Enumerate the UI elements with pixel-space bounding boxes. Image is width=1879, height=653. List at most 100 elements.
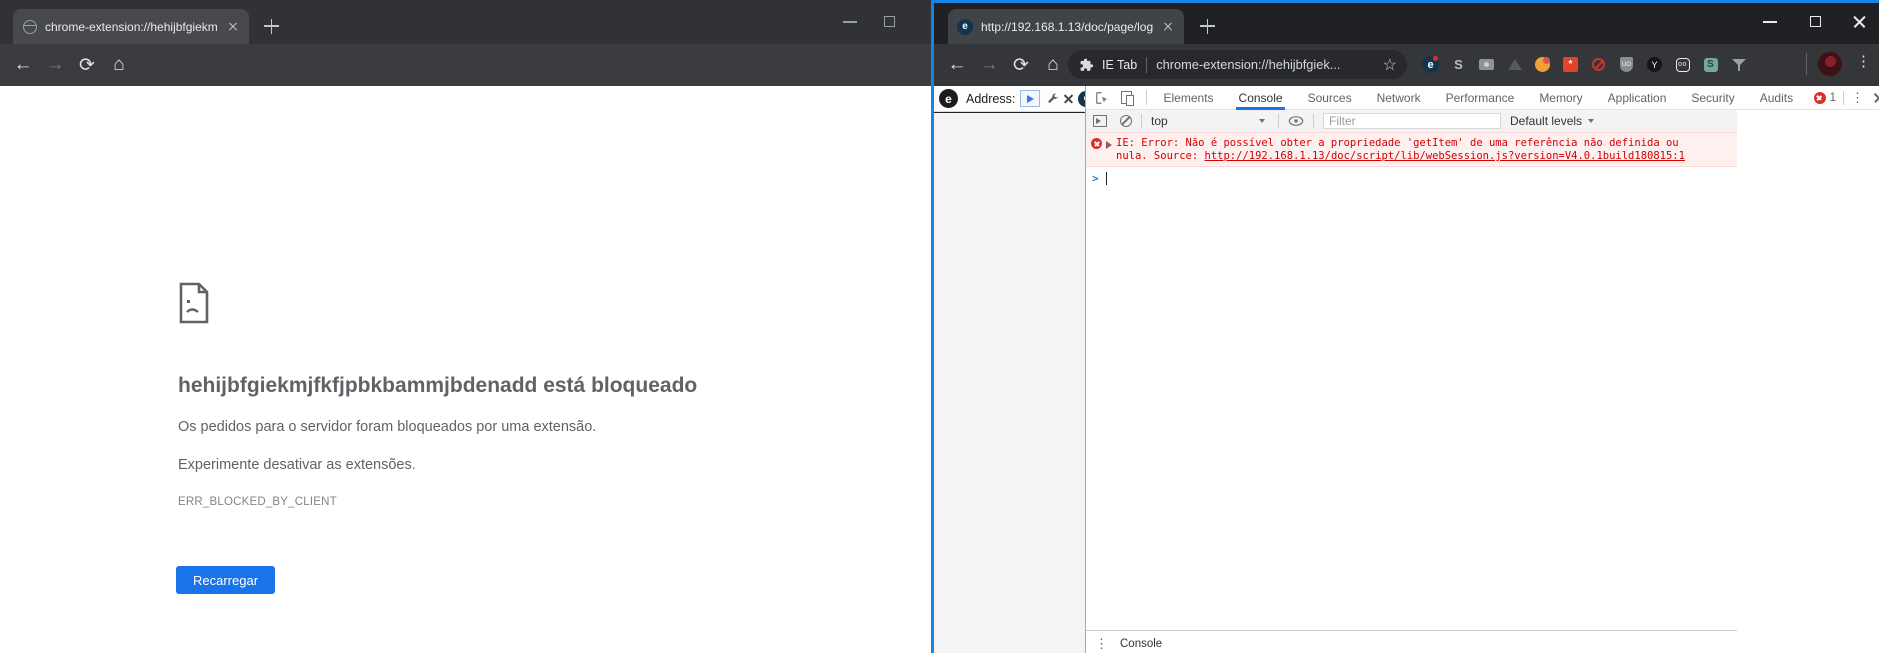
- right-address-bar[interactable]: IE Tab chrome-extension://hehijbfgiek...…: [1068, 50, 1407, 79]
- devtools-divider: [1146, 90, 1147, 105]
- ietab-page-area: [934, 113, 1085, 653]
- filter-funnel-extension-icon[interactable]: [1732, 58, 1746, 72]
- left-browser-tab[interactable]: chrome-extension://hehijbfgiekm: [13, 9, 249, 44]
- devtools-close-icon[interactable]: [1873, 92, 1879, 104]
- ublock-shield-extension-icon[interactable]: UO: [1620, 57, 1633, 72]
- back-button[interactable]: ←: [8, 44, 38, 86]
- clear-console-icon[interactable]: [1120, 115, 1132, 127]
- tab-network[interactable]: Network: [1364, 86, 1433, 110]
- tab-console[interactable]: Console: [1226, 86, 1295, 110]
- devtools-divider: [1843, 91, 1844, 105]
- devtools-menu-icon[interactable]: ⋮: [1851, 90, 1864, 106]
- ietab-extension-icon[interactable]: e: [1422, 56, 1439, 73]
- go-button[interactable]: [1020, 90, 1040, 107]
- console-toolbar-divider: [1141, 114, 1142, 128]
- console-error-message: IE: Error: Não é possível obter a propri…: [1086, 132, 1737, 167]
- home-button[interactable]: ⌂: [1038, 44, 1068, 86]
- context-selector-value: top: [1151, 114, 1168, 128]
- ietab-address-bar: e Address: e: [934, 86, 1085, 112]
- window-minimize-button[interactable]: [1763, 21, 1777, 23]
- chevron-down-icon: [1259, 119, 1265, 123]
- drawer-menu-icon[interactable]: ⋮: [1095, 636, 1107, 652]
- desktop-screen: chrome-extension://hehijbfgiekm ← → ⟳ ⌂ …: [0, 0, 1879, 653]
- forward-button[interactable]: →: [40, 44, 70, 86]
- right-url-text[interactable]: chrome-extension://hehijbfgiek...: [1156, 57, 1372, 72]
- reload-button[interactable]: ⟳: [72, 44, 102, 86]
- live-expression-eye-icon[interactable]: [1288, 115, 1304, 127]
- reload-page-button[interactable]: Recarregar: [176, 566, 275, 594]
- back-button[interactable]: ←: [942, 44, 972, 86]
- console-prompt-chevron: >: [1092, 172, 1099, 185]
- profile-avatar[interactable]: [1818, 52, 1842, 76]
- window-maximize-button[interactable]: [884, 16, 895, 27]
- console-prompt[interactable]: >: [1086, 170, 1107, 186]
- log-levels-selector[interactable]: Default levels: [1510, 114, 1598, 128]
- tab-close-icon[interactable]: [225, 19, 241, 35]
- context-selector[interactable]: top: [1151, 114, 1269, 128]
- console-filter-input[interactable]: [1323, 113, 1501, 129]
- new-tab-button[interactable]: [1198, 16, 1218, 36]
- console-toolbar-divider: [1313, 114, 1314, 128]
- tools-wrench-icon[interactable]: [1047, 93, 1059, 105]
- devtools-tab-bar: Elements Console Sources Network Perform…: [1086, 86, 1879, 110]
- ietab-clipped-icon: e: [1078, 91, 1085, 107]
- adguard-extension-icon[interactable]: Y: [1647, 57, 1662, 72]
- window-maximize-button[interactable]: [1810, 16, 1821, 27]
- stylish-extension-icon[interactable]: S: [1704, 58, 1718, 72]
- error-message-line2: Experimente desativar as extensões.: [178, 457, 416, 473]
- screenshot-wand-extension-icon[interactable]: *: [1563, 57, 1578, 72]
- log-levels-value: Default levels: [1510, 114, 1582, 128]
- console-sidebar-icon[interactable]: [1093, 115, 1107, 127]
- tab-memory[interactable]: Memory: [1527, 86, 1595, 110]
- console-error-line1: IE: Error: Não é possível obter a propri…: [1116, 137, 1679, 149]
- tab-application[interactable]: Application: [1595, 86, 1679, 110]
- tab-elements[interactable]: Elements: [1151, 86, 1226, 110]
- bookmark-star-icon[interactable]: ☆: [1383, 55, 1397, 75]
- error-count-badge[interactable]: 1: [1814, 92, 1836, 104]
- recycle-extension-icon[interactable]: [1508, 59, 1522, 70]
- capture-extension-icon[interactable]: [1479, 59, 1494, 70]
- block-site-extension-icon[interactable]: [1592, 58, 1605, 71]
- sad-document-icon: [178, 282, 210, 324]
- error-message-line1: Os pedidos para o servidor foram bloquea…: [178, 419, 596, 435]
- chevron-down-icon: [1588, 119, 1594, 123]
- console-toolbar: top Default levels: [1086, 110, 1737, 132]
- tab-security[interactable]: Security: [1679, 86, 1747, 110]
- forward-button[interactable]: →: [974, 44, 1004, 86]
- error-page-title: hehijbfgiekmjfkfjpbkbammjbdenadd está bl…: [178, 374, 697, 398]
- window-close-button[interactable]: [1852, 14, 1867, 29]
- extension-globe-favicon-icon: [23, 20, 37, 34]
- play-icon: [1027, 95, 1034, 103]
- console-error-source-prefix: nula. Source:: [1116, 150, 1205, 162]
- tab-audits[interactable]: Audits: [1747, 86, 1805, 110]
- tab-close-icon[interactable]: [1160, 19, 1176, 35]
- toolbar-divider: [1806, 53, 1807, 75]
- right-tab-title: http://192.168.1.13/doc/page/log: [981, 20, 1160, 34]
- cookie-extension-icon[interactable]: oo: [1676, 58, 1690, 72]
- expand-arrow-icon[interactable]: [1106, 141, 1112, 149]
- console-error-source-link[interactable]: http://192.168.1.13/doc/script/lib/webSe…: [1205, 150, 1685, 162]
- darkmode-extension-icon[interactable]: [1535, 57, 1550, 72]
- left-toolbar: ← → ⟳ ⌂ IE Tab chrome-extension://hehijb…: [0, 44, 931, 86]
- tab-sources[interactable]: Sources: [1295, 86, 1364, 110]
- right-browser-window: e http://192.168.1.13/doc/page/log ← → ⟳…: [931, 0, 1879, 653]
- session-extension-icon[interactable]: S: [1450, 56, 1467, 73]
- devtools-panel: Elements Console Sources Network Perform…: [1085, 86, 1879, 653]
- extension-icons-row: e S * UO Y oo S: [1422, 50, 1747, 79]
- right-browser-tab[interactable]: e http://192.168.1.13/doc/page/log: [948, 9, 1184, 44]
- error-code: ERR_BLOCKED_BY_CLIENT: [178, 496, 337, 508]
- device-toolbar-icon[interactable]: [1121, 91, 1134, 104]
- ietab-logo-icon: e: [939, 89, 958, 108]
- new-tab-button[interactable]: [262, 16, 282, 36]
- home-button[interactable]: ⌂: [104, 44, 134, 86]
- tab-performance[interactable]: Performance: [1433, 86, 1527, 110]
- left-tab-strip: chrome-extension://hehijbfgiekm: [0, 0, 931, 44]
- inspect-element-icon[interactable]: [1095, 91, 1109, 105]
- address-label: Address:: [966, 92, 1015, 106]
- window-minimize-button[interactable]: [843, 21, 857, 23]
- stop-close-icon[interactable]: [1063, 93, 1074, 104]
- browser-menu-icon[interactable]: ⋮: [1856, 52, 1870, 70]
- reload-button[interactable]: ⟳: [1006, 44, 1036, 86]
- error-count: 1: [1830, 92, 1836, 104]
- drawer-tab-console[interactable]: Console: [1116, 631, 1166, 653]
